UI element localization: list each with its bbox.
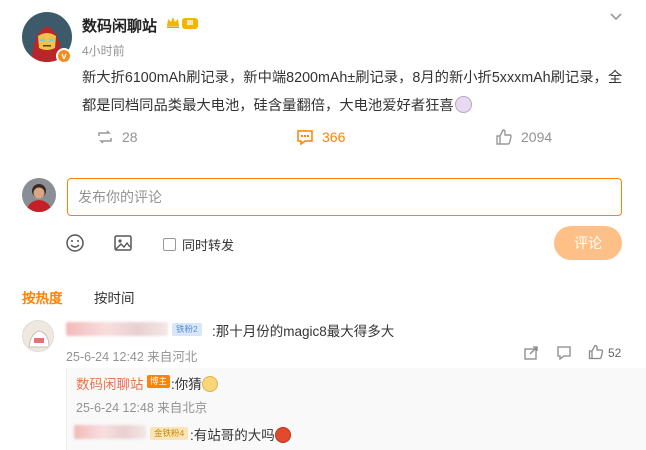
reply-icon[interactable] bbox=[556, 345, 572, 361]
thumbs-up-icon bbox=[496, 129, 512, 145]
author-name[interactable]: 数码闲聊站 bbox=[82, 15, 157, 36]
fan-badge: 铁粉2 bbox=[172, 323, 202, 336]
submit-comment-button[interactable]: 评论 bbox=[554, 226, 622, 260]
image-upload-icon[interactable] bbox=[113, 233, 133, 253]
reply-meta: 25-6-24 12:48 来自北京 bbox=[76, 401, 208, 415]
crown-icon bbox=[166, 15, 180, 29]
level-badge: Ⅲ bbox=[182, 18, 198, 29]
comment-icon bbox=[297, 130, 313, 146]
reply-author[interactable]: 数码闲聊站 bbox=[76, 373, 144, 393]
comment-count: 366 bbox=[322, 129, 346, 145]
comment-text: :那十月份的magic8最大得多大 bbox=[212, 324, 395, 339]
post-time[interactable]: 4小时前 bbox=[82, 42, 125, 59]
repost-label: 同时转发 bbox=[182, 238, 235, 253]
current-user-avatar bbox=[22, 178, 56, 212]
repost-button[interactable]: 28 bbox=[96, 126, 138, 148]
like-count: 2094 bbox=[521, 129, 553, 145]
gold-fan-badge-label: 金铁粉4 bbox=[154, 428, 185, 438]
comment-composer[interactable] bbox=[67, 178, 622, 216]
reply-text-2: :有站哥的大吗 bbox=[190, 424, 291, 444]
comment-like-count: 52 bbox=[608, 346, 622, 360]
post-text: 新大折6100mAh刷记录，新中端8200mAh±刷记录，8月的新小折5xxxm… bbox=[82, 70, 623, 114]
verified-icon: v bbox=[56, 48, 72, 64]
reply-author-blurred[interactable] bbox=[74, 425, 146, 439]
comment-button[interactable]: 366 bbox=[296, 126, 345, 148]
repost-count: 28 bbox=[122, 129, 138, 145]
reply-text: :你猜 bbox=[171, 373, 218, 393]
chevron-down-icon[interactable] bbox=[606, 9, 626, 25]
repost-toggle[interactable]: 同时转发 bbox=[163, 235, 234, 254]
owner-badge: 博主 bbox=[147, 375, 171, 388]
tab-sort-hot[interactable]: 按热度 bbox=[22, 287, 63, 307]
commenter-name-blurred[interactable] bbox=[66, 322, 168, 336]
emoji-icon bbox=[454, 96, 472, 113]
comment-input[interactable] bbox=[78, 189, 611, 205]
repost-icon bbox=[98, 130, 112, 144]
emoji-icon bbox=[201, 376, 218, 392]
emoji-picker-icon[interactable] bbox=[65, 233, 85, 253]
gold-fan-badge: 金铁粉4 bbox=[150, 427, 189, 440]
commenter-avatar[interactable] bbox=[22, 320, 54, 352]
like-button[interactable]: 2094 bbox=[495, 126, 552, 148]
repost-checkbox[interactable] bbox=[163, 238, 176, 251]
comment-meta: 25-6-24 12:42 来自河北 bbox=[66, 350, 198, 364]
tab-sort-time[interactable]: 按时间 bbox=[94, 287, 135, 307]
emoji-icon bbox=[274, 427, 291, 443]
fan-badge-label: 铁粉2 bbox=[176, 324, 198, 334]
thumbs-up-icon[interactable] bbox=[588, 344, 604, 360]
share-icon[interactable] bbox=[523, 345, 539, 361]
